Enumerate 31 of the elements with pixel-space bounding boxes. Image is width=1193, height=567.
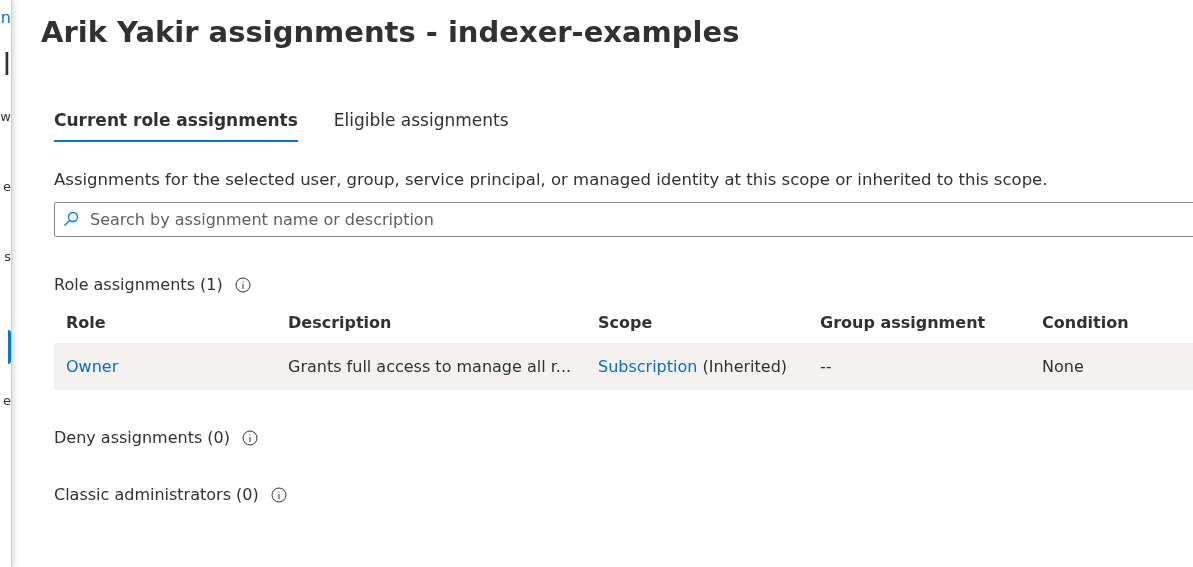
section-heading: Deny assignments (0) <box>54 427 230 450</box>
search-icon <box>63 211 79 228</box>
tab[interactable]: Eligible assignments <box>333 108 509 142</box>
text-fragment: s <box>4 248 11 266</box>
search-field[interactable]: Search by assignment name or description <box>54 202 1193 238</box>
section-heading: Classic administrators (0) <box>54 484 259 507</box>
info-icon <box>242 430 258 447</box>
column-header: Group assignment <box>820 312 987 335</box>
text-fragment: w <box>0 108 11 126</box>
text-fragment: e <box>3 392 11 410</box>
info-icon <box>234 277 251 294</box>
column-header: Description <box>288 312 393 335</box>
section-heading: Role assignments (1) <box>54 274 223 297</box>
role-link[interactable]: Owner <box>66 356 119 376</box>
table-cell: None <box>1042 356 1084 376</box>
table-row[interactable]: Owner Grants full access to manage all r... Subscription (Inherited) -- None <box>54 343 1193 391</box>
panel-title: Arik Yakir assignments - indexer-examples <box>41 14 741 51</box>
column-header: Scope <box>598 312 654 335</box>
table-cell: -- <box>820 356 832 376</box>
info-icon <box>270 487 287 504</box>
column-header: Condition <box>1042 312 1130 335</box>
scope-link[interactable]: Subscription <box>598 354 698 379</box>
button-edge[interactable] <box>8 330 11 364</box>
tab[interactable]: Current role assignments <box>54 108 298 142</box>
column-header: Role <box>66 312 107 335</box>
heading-fragment: l <box>2 46 11 84</box>
description-text: Assignments for the selected user, group, service principal, or managed identity at this scope or inherited to this scope. <box>53 168 1049 191</box>
link-fragment[interactable]: n <box>0 10 11 40</box>
table-cell: Grants full access to manage all r... <box>288 356 572 376</box>
scope-note: (Inherited) <box>702 355 788 378</box>
text-fragment: e <box>3 178 11 196</box>
